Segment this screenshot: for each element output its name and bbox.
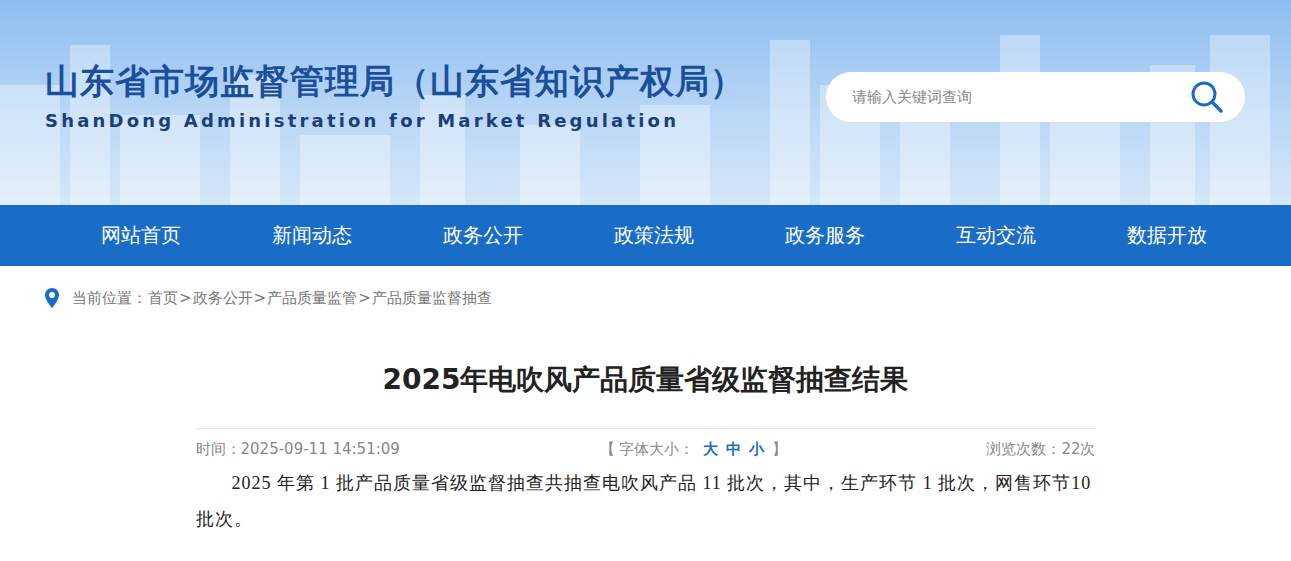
font-size-option[interactable]: 小 [749,439,764,459]
search-box [826,72,1245,122]
view-count: 浏览次数：22次 [986,439,1095,459]
breadcrumb-item[interactable]: 产品质量监管 [267,289,357,308]
brand[interactable]: 山东省市场监督管理局（山东省知识产权局） ShanDong Administrat… [45,58,745,131]
breadcrumb-separator: > [254,289,267,307]
breadcrumb-item[interactable]: 首页 [148,289,178,308]
font-size-control: 【 字体大小：大中小】 [600,439,787,459]
font-size-option[interactable]: 大 [703,439,718,459]
site-subtitle: ShanDong Administration for Market Regul… [45,110,745,131]
article-title: 2025年电吹风产品质量省级监督抽查结果 [196,360,1096,400]
breadcrumb-separator: > [179,289,192,307]
site-title: 山东省市场监督管理局（山东省知识产权局） [45,58,745,104]
nav-item[interactable]: 新闻动态 [226,205,397,266]
search-icon[interactable] [1189,79,1225,115]
font-size-option[interactable]: 中 [726,439,741,459]
breadcrumb-item[interactable]: 产品质量监督抽查 [372,289,492,308]
nav-item[interactable]: 网站首页 [55,205,226,266]
nav-item[interactable]: 政务服务 [739,205,910,266]
nav-item[interactable]: 政策法规 [568,205,739,266]
search-input[interactable] [850,87,1189,107]
breadcrumb: 当前位置：首页>政务公开>产品质量监管>产品质量监督抽查 [0,266,1291,308]
nav-item[interactable]: 政务公开 [397,205,568,266]
main-nav: 网站首页新闻动态政务公开政策法规政务服务互动交流数据开放 [0,205,1291,266]
breadcrumb-label: 当前位置： [72,289,147,308]
breadcrumb-item[interactable]: 政务公开 [193,289,253,308]
breadcrumb-separator: > [358,289,371,307]
location-pin-icon [45,288,59,308]
article-meta: 时间：2025-09-11 14:51:09【 字体大小：大中小】浏览次数：22… [196,428,1096,459]
page: 山东省市场监督管理局（山东省知识产权局） ShanDong Administrat… [0,0,1291,561]
article-paragraph: 2025 年第 1 批产品质量省级监督抽查共抽查电吹风产品 11 批次，其中，生… [196,465,1096,537]
site-header: 山东省市场监督管理局（山东省知识产权局） ShanDong Administrat… [0,0,1291,205]
article: 2025年电吹风产品质量省级监督抽查结果时间：2025-09-11 14:51:… [196,360,1096,537]
nav-item[interactable]: 数据开放 [1081,205,1252,266]
nav-item[interactable]: 互动交流 [910,205,1081,266]
publish-time: 时间：2025-09-11 14:51:09 [196,439,400,459]
